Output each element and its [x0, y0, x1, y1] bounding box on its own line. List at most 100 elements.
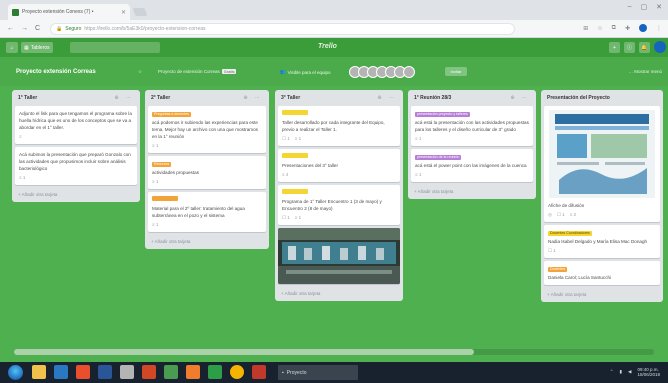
volume-icon[interactable]: ◀ [628, 369, 631, 375]
card-text: Adjunto el link para que tengamos el pro… [19, 111, 132, 130]
tray-up-icon[interactable]: ⌃ [610, 369, 614, 375]
minimize-icon[interactable]: – [628, 3, 632, 11]
card[interactable]: presentación proyecto y talleres acá est… [411, 106, 533, 146]
translate-icon[interactable]: ⊞ [583, 25, 588, 32]
trello-logo: Trello [318, 43, 337, 50]
card-photo[interactable] [278, 228, 400, 284]
network-icon[interactable]: ▮ [620, 369, 622, 375]
taskbar-active-window[interactable]: ▪ Proyecto [278, 365, 358, 380]
new-tab-button[interactable] [132, 8, 148, 16]
board-canvas: 1° Taller ⊕ ⋯ Adjunto el link para que t… [0, 86, 668, 362]
scrollbar-thumb[interactable] [14, 349, 474, 355]
list-header[interactable]: 1° Taller ⊕ ⋯ [15, 93, 137, 103]
add-card-button[interactable]: + Añadir otra tarjeta [411, 185, 533, 196]
list-header[interactable]: 2° Taller ⊕ ⋯ [148, 93, 266, 103]
board-header: Proyecto extensión Correas ☆ Proyecto de… [0, 57, 668, 86]
card-badges: ☐ 1 ≡ 1 [282, 135, 396, 142]
boards-button[interactable]: ▦ Tableros [21, 42, 53, 53]
forward-icon[interactable]: → [21, 25, 28, 32]
board-title[interactable]: Proyecto extensión Correas [16, 69, 96, 75]
excel-icon[interactable] [208, 365, 222, 379]
taskbar-app-icon[interactable] [252, 365, 266, 379]
extension-icon[interactable]: ⧉ [612, 25, 616, 32]
close-window-icon[interactable]: ✕ [656, 3, 662, 11]
list-taller-2: 2° Taller ⊕ ⋯ Preguntas a docentes acá p… [145, 90, 269, 249]
word-icon[interactable] [98, 365, 112, 379]
board-horizontal-scrollbar[interactable] [14, 349, 654, 355]
taskbar-app-icon[interactable] [76, 365, 90, 379]
member-avatar-7[interactable] [403, 66, 415, 78]
list-header[interactable]: 1° Reunión 28/3 ⊕ ⋯ [411, 93, 533, 103]
star-board-icon[interactable]: ☆ [138, 69, 142, 75]
card[interactable]: Docentes Coordinadores Nadia Isabel Delg… [544, 225, 660, 258]
profile-avatar[interactable] [639, 24, 647, 32]
list-menu-icon[interactable]: ⊕ ⋯ [243, 95, 263, 101]
list-menu-icon[interactable]: ⊕ ⋯ [114, 95, 134, 101]
list-menu-icon[interactable]: ⊕ ⋯ [377, 95, 397, 101]
star-icon[interactable]: ☆ [597, 25, 602, 32]
plus-icon: + [613, 44, 616, 51]
team-button[interactable]: Proyecto de extensión Correas Gratis [158, 69, 237, 74]
lock-icon: 🔒 [56, 26, 63, 32]
clock-date: 18/06/2018 [637, 372, 660, 377]
invite-button[interactable]: Invitar [445, 67, 467, 76]
powerpoint-icon[interactable] [142, 365, 156, 379]
browser-tab[interactable]: Proyecto extensión Conexs (7) • ✕ [8, 4, 130, 20]
card[interactable]: Preguntas a docentes acá podemos ir subi… [148, 106, 266, 153]
clock[interactable]: 09:40 p.m. 18/06/2018 [637, 367, 660, 377]
reload-icon[interactable]: C [35, 25, 40, 32]
visibility-button[interactable]: 👥 Visible para el equipo [280, 69, 331, 75]
extension-plus-icon[interactable]: ✚ [625, 25, 630, 32]
notifications-button[interactable]: 🔔 [639, 42, 650, 53]
info-button[interactable]: ⓘ [624, 42, 635, 53]
card[interactable]: Acá subimos la presentación que preparó … [15, 147, 137, 185]
card[interactable]: Docentes Daniela Carol; Lucía Santucchi [544, 261, 660, 285]
description-icon: ≡ 1 [294, 215, 302, 220]
list-header[interactable]: Presentación del Proyecto [544, 93, 660, 103]
description-icon: ≡ 1 [152, 179, 159, 184]
card[interactable]: Adjunto el link para que tengamos el pro… [15, 106, 137, 144]
show-menu-button[interactable]: … Mostrar menú [628, 69, 662, 74]
home-button[interactable]: ⌂ [6, 42, 18, 53]
card[interactable]: Recursos actividades propuestas ≡ 1 [148, 156, 266, 189]
bell-icon: 🔔 [641, 44, 648, 51]
attachment-count: ≡ 4 [282, 172, 289, 177]
card-badges: ≡ 1 [415, 135, 529, 142]
maximize-icon[interactable]: ▢ [641, 3, 648, 11]
card-text: actividades propuestas [152, 170, 199, 175]
description-icon: ≡ 1 [415, 136, 422, 141]
card[interactable]: Taller desarrollado por cada integrante … [278, 106, 400, 146]
add-card-button[interactable]: + Añadir otra tarjeta [15, 188, 137, 199]
taskbar-app-icon[interactable] [164, 365, 178, 379]
add-card-button[interactable]: + Añadir otra tarjeta [278, 287, 400, 298]
list-taller-1: 1° Taller ⊕ ⋯ Adjunto el link para que t… [12, 90, 140, 202]
list-header[interactable]: 3° Taller ⊕ ⋯ [278, 93, 400, 103]
card[interactable]: Material para el 2º taller: tratamiento … [148, 192, 266, 232]
card[interactable]: presentación de la reunión acá está el p… [411, 149, 533, 182]
card[interactable]: Programa de 1° Taller Encuentro 1 (3 de … [278, 185, 400, 225]
add-button[interactable]: + [609, 42, 620, 53]
member-avatar[interactable] [654, 41, 666, 53]
add-card-button[interactable]: + Añadir otra tarjeta [544, 288, 660, 299]
extension-icons: ⊞ ☆ ⧉ ✚ ⋮ [583, 24, 662, 32]
close-tab-icon[interactable]: ✕ [121, 9, 126, 16]
address-bar[interactable]: 🔒 Seguro https://trello.com/b/5aE3k0/pro… [50, 23, 515, 35]
card-label [282, 153, 308, 158]
start-button[interactable] [8, 365, 23, 380]
list-presentacion: Presentación del Proyecto Afiche de difu… [541, 90, 663, 302]
chrome-icon[interactable] [230, 365, 244, 379]
search-input[interactable] [70, 42, 160, 53]
list-menu-icon[interactable]: ⊕ ⋯ [510, 95, 530, 101]
trello-favicon-icon [12, 8, 19, 16]
file-explorer-icon[interactable] [32, 365, 46, 379]
taskbar-app-icon[interactable] [186, 365, 200, 379]
chrome-menu-icon[interactable]: ⋮ [656, 25, 662, 32]
taskbar-app-icon[interactable] [120, 365, 134, 379]
card-label: presentación de la reunión [415, 155, 462, 160]
taskbar-app-icon[interactable] [54, 365, 68, 379]
card-badges: ≡ 4 [282, 171, 396, 178]
card[interactable]: Presentaciones del 3° taller ≡ 4 [278, 149, 400, 182]
add-card-button[interactable]: + Añadir otra tarjeta [148, 235, 266, 246]
back-icon[interactable]: ← [7, 25, 14, 32]
card[interactable]: Afiche de difusión ◎ ☐ 1 ≡ 2 [544, 106, 660, 222]
